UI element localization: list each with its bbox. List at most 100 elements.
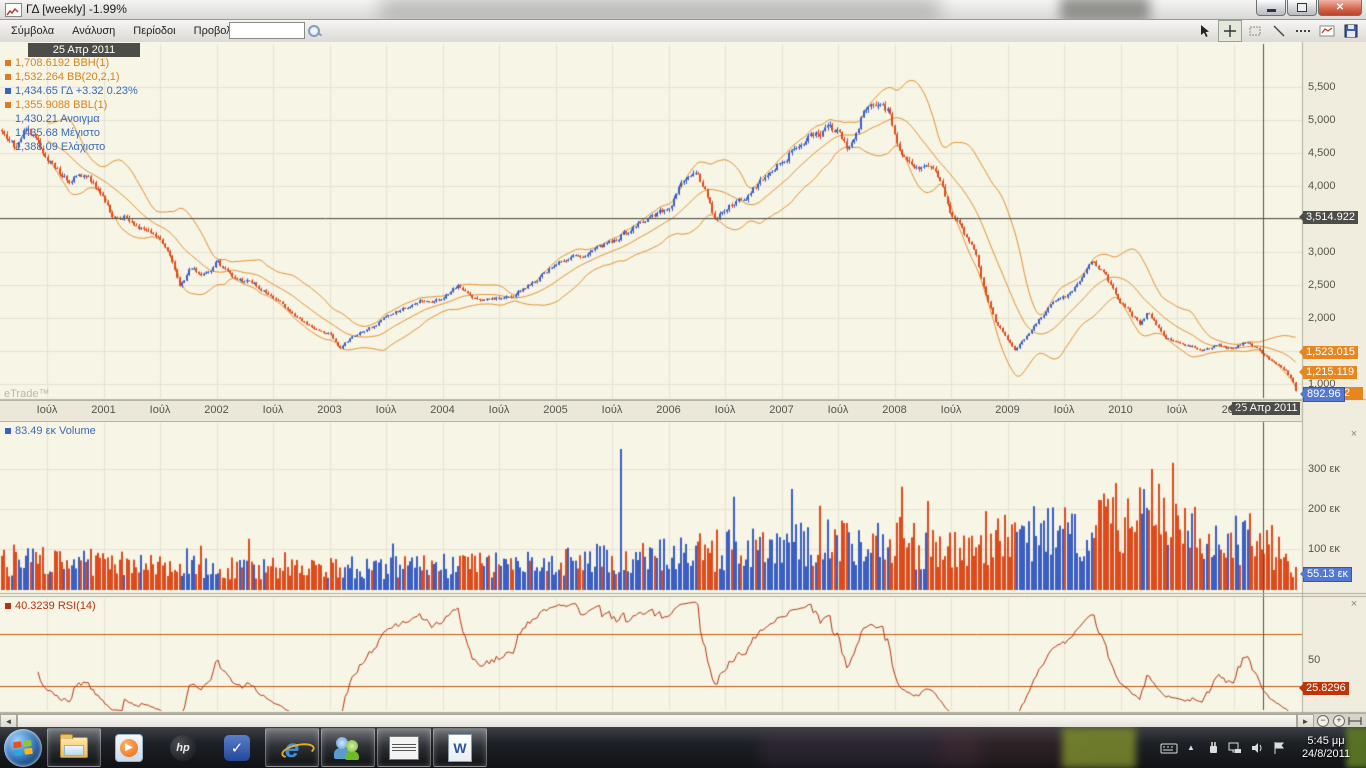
horizontal-scrollbar: ◄ ► − + bbox=[0, 713, 1366, 728]
price-axis-tick: 2,000 bbox=[1308, 312, 1336, 324]
x-axis-label: Ιούλ bbox=[602, 404, 623, 416]
volume-axis-tick: 300 εκ bbox=[1308, 463, 1340, 475]
volume-legend: 83.49 εκ Volume bbox=[5, 425, 96, 437]
minimize-button[interactable] bbox=[1256, 0, 1286, 16]
aero-glass-blur-dark bbox=[1060, 0, 1150, 20]
legend-marker bbox=[5, 60, 11, 66]
zoom-out-button[interactable]: − bbox=[1316, 714, 1330, 727]
x-axis-label: Ιούλ bbox=[489, 404, 510, 416]
crosshair-tool-icon[interactable] bbox=[1218, 20, 1242, 42]
watermark: eTrade™ bbox=[4, 388, 49, 400]
legend-marker bbox=[5, 603, 11, 609]
rsi-legend: 40.3239 RSI(14) bbox=[5, 600, 96, 612]
restore-button[interactable] bbox=[1287, 0, 1317, 16]
taskbar-explorer-button[interactable] bbox=[47, 728, 101, 767]
clock-date: 24/8/2011 bbox=[1292, 748, 1360, 761]
show-hidden-icons-button[interactable]: ▲ bbox=[1180, 738, 1202, 758]
title-bar: ΓΔ [weekly] -1.99% ✕ bbox=[0, 0, 1366, 20]
utility-app-icon bbox=[389, 736, 419, 760]
start-button[interactable] bbox=[4, 729, 42, 767]
power-plug-tray-icon[interactable] bbox=[1202, 738, 1224, 758]
dashed-line-tool-icon[interactable] bbox=[1292, 21, 1314, 41]
taskbar: ▶ hp ✓ e W ▲ bbox=[0, 727, 1366, 768]
x-axis-label: Ιούλ bbox=[376, 404, 397, 416]
media-player-icon: ▶ bbox=[115, 734, 143, 762]
x-axis-label: Ιούλ bbox=[828, 404, 849, 416]
taskbar-media-player-button[interactable]: ▶ bbox=[103, 729, 155, 766]
messenger-icon bbox=[334, 735, 362, 761]
symbol-search-input[interactable] bbox=[229, 22, 305, 39]
legend-bbh: 1,708.6192 BBH(1) bbox=[5, 57, 109, 69]
legend-marker bbox=[5, 102, 11, 108]
explorer-folder-icon bbox=[60, 737, 88, 758]
speaker-tray-icon[interactable] bbox=[1246, 738, 1268, 758]
pointer-tool-icon[interactable] bbox=[1194, 21, 1216, 41]
legend-low: 1,388.09 Ελάχιστο bbox=[5, 141, 105, 153]
close-button[interactable]: ✕ bbox=[1318, 0, 1362, 16]
search-icon[interactable] bbox=[307, 24, 321, 38]
menu-analysis[interactable]: Ανάλυση bbox=[63, 20, 124, 42]
legend-high: 1,435.68 Μέγιστο bbox=[5, 127, 100, 139]
wallpaper-blur bbox=[1062, 727, 1136, 768]
x-axis-label: Ιούλ bbox=[263, 404, 284, 416]
x-axis-label: 2006 bbox=[656, 404, 680, 416]
trendline-tool-icon[interactable] bbox=[1268, 21, 1290, 41]
app-chart-icon bbox=[5, 3, 22, 17]
chart-style-tool-icon[interactable] bbox=[1316, 21, 1338, 41]
window-title: ΓΔ [weekly] -1.99% bbox=[26, 2, 127, 16]
volume-axis-tick: 100 εκ bbox=[1308, 543, 1340, 555]
volume-axis-tick: 200 εκ bbox=[1308, 503, 1340, 515]
taskbar-hp-button[interactable]: hp bbox=[157, 729, 209, 766]
x-axis-label: 2001 bbox=[91, 404, 115, 416]
price-axis-tick: 1,000 bbox=[1308, 378, 1336, 390]
legend-open: 1,430.21 Ανοιγμα bbox=[5, 113, 100, 125]
legend-marker bbox=[5, 74, 11, 80]
crosshair-date-tooltip: 25 Απρ 2011 bbox=[28, 43, 140, 57]
clock-time: 5:45 μμ bbox=[1292, 735, 1360, 748]
x-axis-label: 2004 bbox=[430, 404, 454, 416]
taskbar-checkmark-app-button[interactable]: ✓ bbox=[211, 729, 263, 766]
x-axis-label: 2010 bbox=[1108, 404, 1132, 416]
price-axis-tick: 5,500 bbox=[1308, 81, 1336, 93]
save-tool-icon[interactable] bbox=[1340, 21, 1362, 41]
region-tool-icon[interactable] bbox=[1244, 21, 1266, 41]
chart-area: 25 Απρ 2011 1,708.6192 BBH(1) 1,532.264 … bbox=[0, 42, 1366, 713]
legend-bb: 1,532.264 BB(20,2,1) bbox=[5, 71, 120, 83]
legend-symbol: 1,434.65 ΓΔ +3.32 0.23% bbox=[5, 85, 138, 97]
price-axis-tick: 3,000 bbox=[1308, 246, 1336, 258]
legend-bbl: 1,355.9088 BBL(1) bbox=[5, 99, 107, 111]
price-axis-tick: 4,000 bbox=[1308, 180, 1336, 192]
taskbar-utility-app-button[interactable] bbox=[377, 728, 431, 767]
menu-bar: Σύμβολα Ανάλυση Περίοδοι Προβολή bbox=[0, 20, 1366, 43]
menu-symbols[interactable]: Σύμβολα bbox=[2, 20, 63, 42]
taskbar-messenger-button[interactable] bbox=[321, 728, 375, 767]
x-axis-label: 2007 bbox=[769, 404, 793, 416]
x-axis-label: Ιούλ bbox=[1054, 404, 1075, 416]
wallpaper-blur bbox=[940, 727, 1080, 768]
aero-glass-blur bbox=[380, 0, 940, 20]
bb-upper-badge: 1,523.015 bbox=[1303, 346, 1358, 359]
x-axis-label: Ιούλ bbox=[941, 404, 962, 416]
internet-explorer-icon: e bbox=[285, 735, 299, 761]
volume-panel-close-icon[interactable]: × bbox=[1348, 428, 1360, 440]
x-axis-label: Ιούλ bbox=[37, 404, 58, 416]
network-tray-icon[interactable] bbox=[1224, 738, 1246, 758]
x-axis-label: 2002 bbox=[204, 404, 228, 416]
x-axis-label: 2011 bbox=[1222, 404, 1246, 416]
keyboard-tray-icon[interactable] bbox=[1158, 738, 1180, 758]
checkmark-app-icon: ✓ bbox=[224, 735, 250, 761]
zoom-range-button[interactable] bbox=[1348, 714, 1362, 727]
rsi-panel-close-icon[interactable]: × bbox=[1348, 598, 1360, 610]
taskbar-internet-explorer-button[interactable]: e bbox=[265, 728, 319, 767]
tray-clock[interactable]: 5:45 μμ 24/8/2011 bbox=[1292, 735, 1360, 761]
x-axis-label: 2003 bbox=[317, 404, 341, 416]
x-axis-label: 2009 bbox=[995, 404, 1019, 416]
legend-marker bbox=[5, 428, 11, 434]
volume-badge: 55.13 εκ bbox=[1303, 567, 1352, 582]
zoom-in-button[interactable]: + bbox=[1332, 714, 1346, 727]
action-center-flag-icon[interactable] bbox=[1268, 738, 1290, 758]
taskbar-word-button[interactable]: W bbox=[433, 728, 487, 767]
price-axis-tick: 2,500 bbox=[1308, 279, 1336, 291]
x-axis-label: Ιούλ bbox=[715, 404, 736, 416]
menu-periods[interactable]: Περίοδοι bbox=[124, 20, 184, 42]
